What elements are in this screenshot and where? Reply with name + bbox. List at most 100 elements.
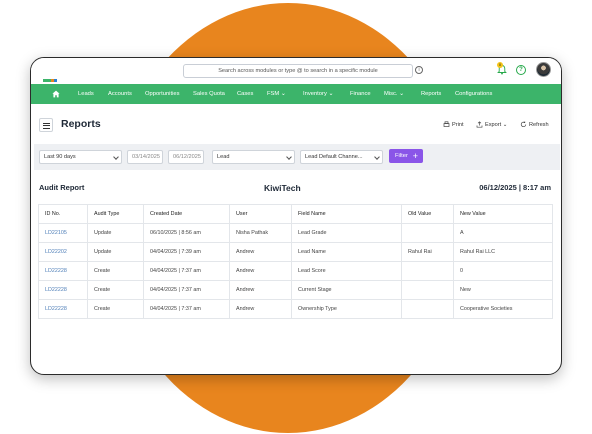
field-name-cell: Lead Name	[291, 242, 402, 262]
app-logo	[43, 69, 59, 82]
field-name-cell: Ownership Type	[291, 299, 402, 319]
nav-item-cases[interactable]: Cases	[237, 84, 253, 104]
created-date-cell: 04/04/2025 | 7:37 am	[143, 261, 230, 281]
notification-badge: 0	[497, 62, 503, 68]
field-name-cell: Current Stage	[291, 280, 402, 300]
print-icon	[443, 121, 450, 127]
refresh-icon	[520, 121, 527, 128]
filter-button[interactable]: Filter +	[389, 149, 423, 163]
column-header[interactable]: Field Name	[291, 204, 402, 224]
new-value-cell: A	[453, 223, 553, 243]
filter-bar: Last 90 days 03/14/2025 06/12/2025 Lead …	[34, 144, 560, 170]
created-date-cell: 04/04/2025 | 7:37 am	[143, 280, 230, 300]
record-id-link[interactable]: LD22228	[38, 280, 88, 300]
export-icon	[476, 121, 483, 128]
nav-item-misc-label: Misc.	[384, 91, 398, 97]
nav-item-sales-quota[interactable]: Sales Quota	[193, 84, 225, 104]
user-cell: Andrew	[229, 261, 292, 281]
search-icon[interactable]: i	[415, 66, 423, 74]
column-header[interactable]: New Value	[453, 204, 553, 224]
module-select[interactable]: Lead	[212, 150, 295, 164]
field-name-cell: Lead Score	[291, 261, 402, 281]
old-value-cell	[401, 299, 454, 319]
table-row: LD22202 Update 04/04/2025 | 7:39 am Andr…	[38, 242, 553, 262]
audit-type-cell: Create	[87, 261, 144, 281]
record-id-link[interactable]: LD22105	[38, 223, 88, 243]
page-title: Reports	[61, 118, 101, 130]
report-header: Audit Report KiwiTech 06/12/2025 | 8:17 …	[31, 183, 561, 197]
nav-item-configurations[interactable]: Configurations	[455, 84, 492, 104]
nav-item-misc[interactable]: Misc. ⌄	[384, 84, 404, 104]
user-cell: Andrew	[229, 242, 292, 262]
user-avatar[interactable]	[536, 62, 551, 77]
channel-value: Lead Default Channe...	[305, 154, 363, 160]
created-date-cell: 06/10/2025 | 8:56 am	[143, 223, 230, 243]
chevron-down-icon: ⌄	[280, 91, 286, 97]
user-cell: Andrew	[229, 299, 292, 319]
field-name-cell: Lead Grade	[291, 223, 402, 243]
channel-select[interactable]: Lead Default Channe...	[300, 150, 383, 164]
audit-type-cell: Create	[87, 280, 144, 300]
nav-item-opportunities[interactable]: Opportunities	[145, 84, 179, 104]
column-header[interactable]: User	[229, 204, 292, 224]
help-icon[interactable]: ?	[516, 65, 526, 75]
audit-table: ID No. Audit Type Created Date User Fiel…	[38, 204, 553, 319]
new-value-cell: New	[453, 280, 553, 300]
old-value-cell: Rahul Rai	[401, 242, 454, 262]
audit-type-cell: Create	[87, 299, 144, 319]
record-id-link[interactable]: LD22202	[38, 242, 88, 262]
to-date-input[interactable]: 06/12/2025	[168, 150, 204, 164]
audit-type-cell: Update	[87, 223, 144, 243]
print-button[interactable]: Print	[443, 121, 464, 128]
nav-item-reports[interactable]: Reports	[421, 84, 441, 104]
date-range-value: Last 90 days	[44, 154, 76, 160]
nav-item-finance[interactable]: Finance	[350, 84, 371, 104]
menu-toggle-button[interactable]	[39, 118, 53, 132]
record-id-link[interactable]: LD22228	[38, 299, 88, 319]
refresh-button[interactable]: Refresh	[520, 121, 549, 128]
table-row: LD22228 Create 04/04/2025 | 7:37 am Andr…	[38, 299, 553, 319]
app-window: Search across modules or type @ to searc…	[30, 57, 562, 375]
record-id-link[interactable]: LD22228	[38, 261, 88, 281]
chevron-down-icon	[286, 154, 292, 160]
new-value-cell: Cooperative Societies	[453, 299, 553, 319]
table-header-row: ID No. Audit Type Created Date User Fiel…	[38, 204, 553, 224]
main-nav: Leads Accounts Opportunities Sales Quota…	[31, 84, 561, 104]
filter-label: Filter	[395, 153, 408, 159]
old-value-cell	[401, 223, 454, 243]
column-header[interactable]: ID No.	[38, 204, 88, 224]
created-date-cell: 04/04/2025 | 7:37 am	[143, 299, 230, 319]
user-cell: Andrew	[229, 280, 292, 300]
column-header[interactable]: Created Date	[143, 204, 230, 224]
chevron-down-icon: ⌄	[399, 91, 405, 97]
nav-item-fsm-label: FSM	[267, 91, 280, 97]
report-timestamp: 06/12/2025 | 8:17 am	[479, 183, 551, 192]
page-header: Reports Print Export ⌄ Refresh	[31, 110, 561, 138]
table-row: LD22228 Create 04/04/2025 | 7:37 am Andr…	[38, 280, 553, 300]
chevron-down-icon	[113, 154, 119, 160]
old-value-cell	[401, 280, 454, 300]
created-date-cell: 04/04/2025 | 7:39 am	[143, 242, 230, 262]
home-icon[interactable]	[52, 90, 60, 98]
global-search-input[interactable]: Search across modules or type @ to searc…	[183, 64, 413, 78]
nav-item-fsm[interactable]: FSM ⌄	[267, 84, 286, 104]
new-value-cell: 0	[453, 261, 553, 281]
date-range-select[interactable]: Last 90 days	[39, 150, 122, 164]
column-header[interactable]: Old Value	[401, 204, 454, 224]
report-name: Audit Report	[39, 183, 85, 192]
chevron-down-icon	[374, 154, 380, 160]
nav-item-inventory-label: Inventory	[303, 91, 327, 97]
from-date-input[interactable]: 03/14/2025	[127, 150, 163, 164]
nav-item-leads[interactable]: Leads	[78, 84, 94, 104]
refresh-label: Refresh	[529, 121, 549, 128]
table-row: LD22105 Update 06/10/2025 | 8:56 am Nish…	[38, 223, 553, 243]
chevron-down-icon: ⌄	[501, 121, 508, 128]
nav-item-accounts[interactable]: Accounts	[108, 84, 132, 104]
module-value: Lead	[217, 154, 230, 160]
top-bar: Search across modules or type @ to searc…	[31, 58, 561, 84]
company-name: KiwiTech	[264, 183, 301, 193]
nav-item-inventory[interactable]: Inventory ⌄	[303, 84, 333, 104]
audit-type-cell: Update	[87, 242, 144, 262]
column-header[interactable]: Audit Type	[87, 204, 144, 224]
export-button[interactable]: Export ⌄	[476, 121, 507, 128]
